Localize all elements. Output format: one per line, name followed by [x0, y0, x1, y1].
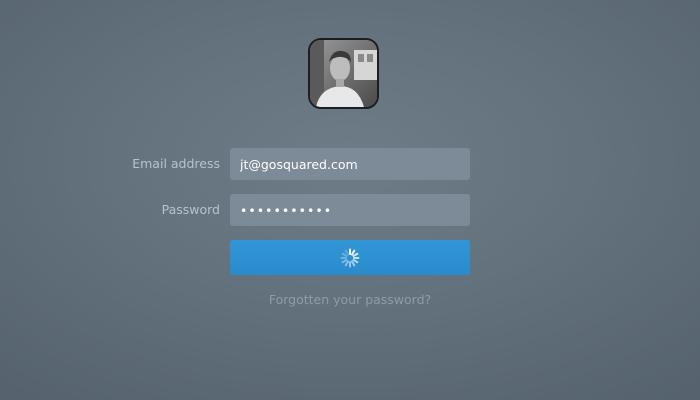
- user-avatar: [308, 38, 379, 109]
- spinner-icon: [340, 248, 360, 268]
- login-page: Email address Password Forgotten your pa…: [0, 0, 700, 400]
- password-label: Password: [161, 202, 220, 217]
- password-field[interactable]: [230, 194, 470, 226]
- avatar-photo: [310, 40, 377, 107]
- forgot-password-link[interactable]: Forgotten your password?: [0, 292, 700, 307]
- login-button[interactable]: [230, 240, 470, 275]
- email-field[interactable]: [230, 148, 470, 180]
- email-label: Email address: [132, 156, 220, 171]
